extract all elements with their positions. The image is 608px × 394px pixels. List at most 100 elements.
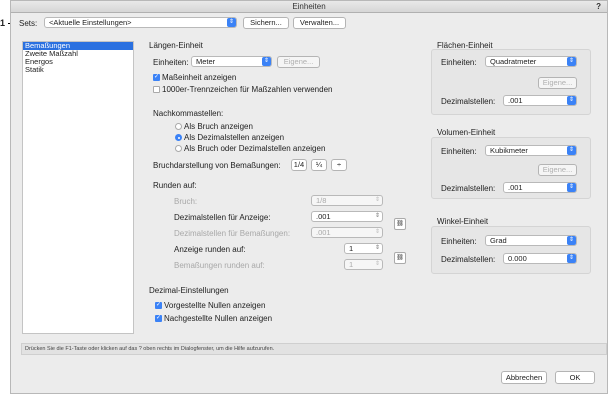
fraction-style-slash-button[interactable]: 1/4 (291, 159, 307, 171)
display-decimals-value: .001 (316, 212, 331, 221)
radio-off-icon (175, 145, 182, 153)
area-decimals-value: .001 (508, 96, 523, 105)
decimal-settings-heading: Dezimal-Einstellungen (149, 286, 229, 295)
radio-off-icon (175, 123, 182, 131)
thousands-separator-label: 1000er-Trennzeichen für Maßzahlen verwen… (162, 85, 333, 94)
units-dialog: Einheiten ? Sets: <Aktuelle Einstellunge… (10, 0, 608, 394)
manage-sets-button[interactable]: Verwalten... (293, 17, 346, 29)
ok-button[interactable]: OK (555, 371, 595, 384)
display-decimals-label: Dezimalstellen für Anzeige: (174, 213, 271, 222)
area-decimals-label: Dezimalstellen: (441, 97, 496, 106)
sets-dropdown[interactable]: <Aktuelle Einstellungen> ⇕ (44, 17, 237, 28)
trailing-zeros-checkbox[interactable]: ✓ Nachgestellte Nullen anzeigen (155, 314, 272, 323)
angle-decimals-value: 0.000 (508, 254, 527, 263)
angle-units-dropdown[interactable]: Grad ⇕ (485, 235, 577, 246)
chevron-updown-icon: ⇕ (374, 197, 381, 203)
chevron-updown-icon: ⇕ (567, 183, 576, 192)
radio-fraction[interactable]: Als Bruch anzeigen (175, 122, 253, 131)
radio-fraction-or-decimal[interactable]: Als Bruch oder Dezimalstellen anzeigen (175, 144, 325, 153)
round-dimensions-value: 1 (349, 260, 354, 269)
help-hint-bar: Drücken Sie die F1-Taste oder klicken au… (21, 343, 607, 355)
fraction-round-label: Bruch: (174, 197, 198, 206)
round-dimensions-label: Bemaßungen runden auf: (174, 261, 265, 270)
dimension-decimals-value: .001 (316, 228, 331, 237)
round-display-value: 1 (349, 244, 354, 253)
decimal-places-heading: Nachkommastellen: (153, 109, 224, 118)
round-dimensions-field[interactable]: 1 ⇕ (344, 259, 383, 270)
thousands-separator-checkbox[interactable]: 1000er-Trennzeichen für Maßzahlen verwen… (153, 85, 332, 94)
radio-decimal-label: Als Dezimalstellen anzeigen (184, 133, 285, 142)
fraction-round-value: 1/8 (316, 196, 327, 205)
volume-decimals-value: .001 (508, 183, 523, 192)
length-custom-button[interactable]: Eigene... (277, 56, 320, 68)
length-units-dropdown[interactable]: Meter ⇕ (191, 56, 272, 67)
show-unit-label: Maßeinheit anzeigen (162, 73, 237, 82)
checkmark-icon: ✓ (153, 74, 160, 82)
sets-dropdown-value: <Aktuelle Einstellungen> (49, 18, 132, 27)
fraction-style-vertical-button[interactable]: ÷ (331, 159, 347, 171)
volume-units-label: Einheiten: (441, 147, 477, 156)
area-units-dropdown[interactable]: Quadratmeter ⇕ (485, 56, 577, 67)
radio-on-icon (175, 134, 182, 142)
help-icon[interactable]: ? (596, 1, 601, 13)
angle-decimals-label: Dezimalstellen: (441, 255, 496, 264)
volume-unit-heading: Volumen-Einheit (437, 128, 496, 137)
angle-unit-group (431, 226, 591, 274)
volume-custom-button[interactable]: Eigene... (538, 164, 577, 176)
angle-units-label: Einheiten: (441, 237, 477, 246)
callout-number: 1 (0, 18, 6, 28)
angle-unit-heading: Winkel-Einheit (437, 217, 489, 226)
dimension-decimals-dropdown[interactable]: .001 ⇕ (311, 227, 383, 238)
chevron-updown-icon: ⇕ (567, 57, 576, 66)
radio-decimal[interactable]: Als Dezimalstellen anzeigen (175, 133, 284, 142)
show-unit-checkbox[interactable]: ✓ Maßeinheit anzeigen (153, 73, 236, 82)
length-units-value: Meter (196, 57, 216, 66)
checkmark-icon: ✓ (155, 302, 162, 310)
checkmark-icon: ✓ (155, 315, 162, 323)
radio-fraction-label: Als Bruch anzeigen (184, 122, 253, 131)
area-units-value: Quadratmeter (490, 57, 537, 66)
radio-fraction-or-decimal-label: Als Bruch oder Dezimalstellen anzeigen (184, 144, 326, 153)
chevron-updown-icon: ⇕ (227, 18, 236, 27)
chevron-updown-icon: ⇕ (567, 254, 576, 263)
volume-units-dropdown[interactable]: Kubikmeter ⇕ (485, 145, 577, 156)
round-display-label: Anzeige runden auf: (174, 245, 246, 254)
link-chain-icon[interactable]: ⛓ (394, 218, 406, 230)
angle-units-value: Grad (490, 236, 507, 245)
dimension-decimals-label: Dezimalstellen für Bemaßungen: (174, 229, 291, 238)
length-unit-heading: Längen-Einheit (149, 41, 203, 50)
chevron-updown-icon: ⇕ (374, 229, 381, 235)
angle-decimals-dropdown[interactable]: 0.000 ⇕ (503, 253, 577, 264)
window-title: Einheiten (292, 2, 326, 11)
leading-zeros-checkbox[interactable]: ✓ Vorgestellte Nullen anzeigen (155, 301, 265, 310)
stepper-icon[interactable]: ⇕ (373, 260, 382, 269)
volume-units-value: Kubikmeter (490, 146, 528, 155)
area-decimals-dropdown[interactable]: .001 ⇕ (503, 95, 577, 106)
fraction-display-label: Bruchdarstellung von Bemaßungen: (153, 161, 281, 170)
leading-zeros-label: Vorgestellte Nullen anzeigen (164, 301, 266, 310)
round-to-heading: Runden auf: (153, 181, 197, 190)
volume-decimals-label: Dezimalstellen: (441, 184, 496, 193)
display-decimals-dropdown[interactable]: .001 ⇕ (311, 211, 383, 222)
sets-label: Sets: (19, 19, 38, 28)
chevron-updown-icon: ⇕ (374, 213, 381, 219)
link-chain-icon[interactable]: ⛓ (394, 252, 406, 264)
checkbox-empty-icon (153, 86, 160, 94)
round-display-field[interactable]: 1 ⇕ (344, 243, 383, 254)
list-item-statik[interactable]: Statik (23, 66, 133, 74)
area-units-label: Einheiten: (441, 58, 477, 67)
fraction-round-dropdown[interactable]: 1/8 ⇕ (311, 195, 383, 206)
fraction-style-stacked-button[interactable]: ¼ (311, 159, 327, 171)
chevron-updown-icon: ⇕ (262, 57, 271, 66)
length-units-label: Einheiten: (153, 58, 189, 67)
save-set-button[interactable]: Sichern... (243, 17, 289, 29)
chevron-updown-icon: ⇕ (567, 146, 576, 155)
stepper-icon[interactable]: ⇕ (373, 244, 382, 253)
cancel-button[interactable]: Abbrechen (501, 371, 547, 384)
chevron-updown-icon: ⇕ (567, 96, 576, 105)
chevron-updown-icon: ⇕ (567, 236, 576, 245)
category-list: Bemaßungen Zweite Maßzahl Energos Statik (22, 41, 134, 334)
volume-decimals-dropdown[interactable]: .001 ⇕ (503, 182, 577, 193)
area-custom-button[interactable]: Eigene... (538, 77, 577, 89)
window-titlebar: Einheiten ? (11, 1, 607, 13)
